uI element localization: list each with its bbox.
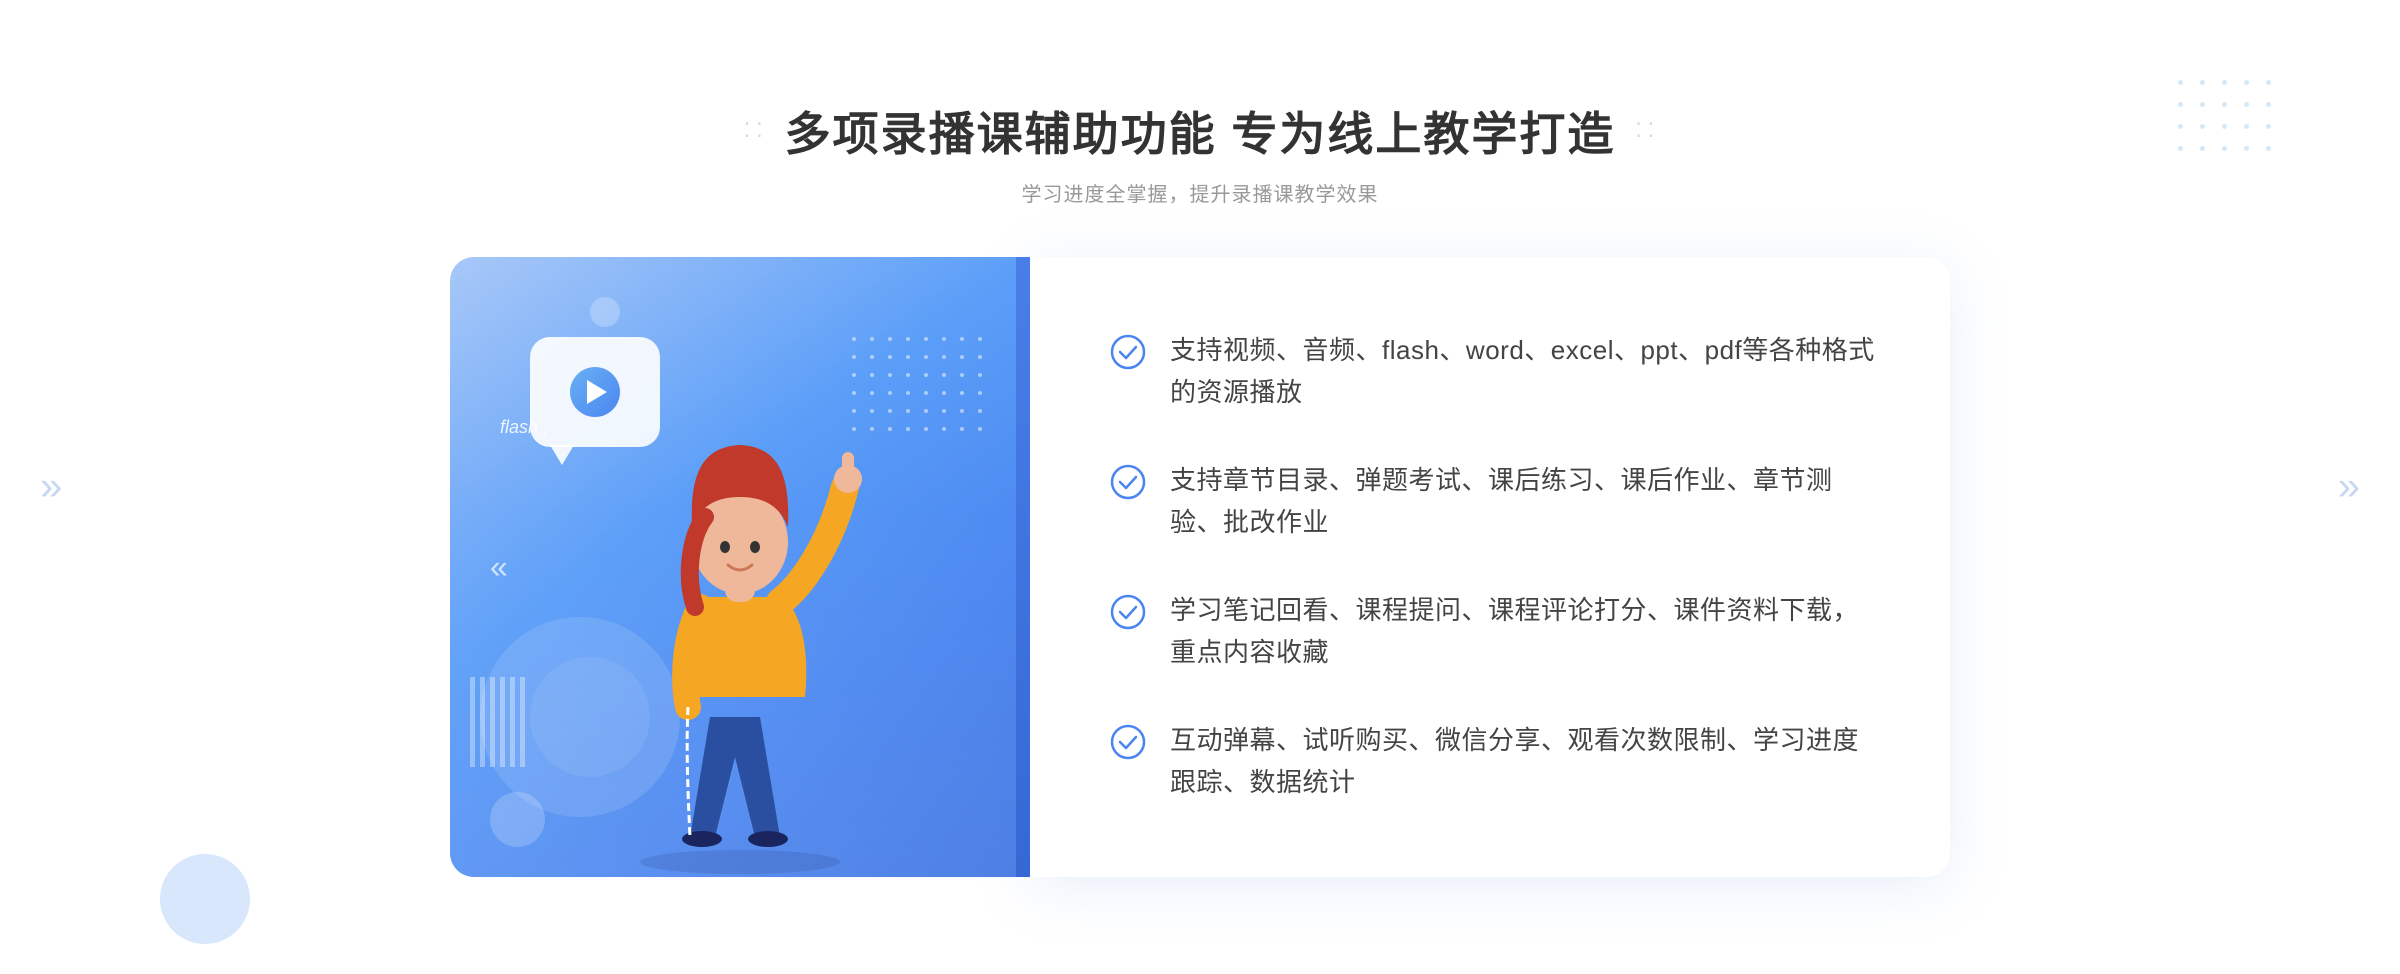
stripes-decoration [470, 677, 530, 767]
right-dot-grid-decoration [2178, 80, 2280, 160]
dots-left-icon2: ⁚ [756, 118, 764, 143]
features-panel: 支持视频、音频、flash、word、excel、ppt、pdf等各种格式的资源… [1030, 257, 1950, 877]
header-dots-right: ⁚ ⁚ [1635, 118, 1656, 143]
dots-right-icon: ⁚ [1635, 118, 1643, 143]
flash-label: flash , [500, 417, 548, 438]
illus-arrow-left: « [490, 548, 508, 585]
page-wrapper: » » ⁚ ⁚ 多项录播课辅助功能 专为线上教学打造 ⁚ ⁚ 学习进度全掌握，提… [0, 0, 2400, 974]
feature-item-2: 支持章节目录、弹题考试、课后练习、课后作业、章节测验、批改作业 [1110, 460, 1880, 543]
check-icon-1 [1110, 334, 1146, 370]
check-icon-2 [1110, 464, 1146, 500]
deco-circle-bottom-left [160, 854, 250, 944]
small-circle-2 [590, 297, 620, 327]
blue-bar-decoration [1016, 257, 1030, 877]
page-header: ⁚ ⁚ 多项录播课辅助功能 专为线上教学打造 ⁚ ⁚ 学习进度全掌握，提升录播课… [744, 98, 1656, 207]
dots-left-icon: ⁚ [744, 118, 752, 143]
figure-illustration [570, 397, 910, 877]
feature-text-1: 支持视频、音频、flash、word、excel、ppt、pdf等各种格式的资源… [1170, 330, 1880, 413]
check-icon-4 [1110, 724, 1146, 760]
right-arrow-decoration: » [2338, 465, 2360, 510]
small-circle-1 [490, 792, 545, 847]
feature-text-3: 学习笔记回看、课程提问、课程评论打分、课件资料下载，重点内容收藏 [1170, 590, 1880, 673]
feature-text-4: 互动弹幕、试听购买、微信分享、观看次数限制、学习进度跟踪、数据统计 [1170, 720, 1880, 803]
main-title: 多项录播课辅助功能 专为线上教学打造 [785, 98, 1616, 164]
illustration-panel: flash , [450, 257, 1030, 877]
header-dots-left: ⁚ ⁚ [744, 118, 765, 143]
feature-item-3: 学习笔记回看、课程提问、课程评论打分、课件资料下载，重点内容收藏 [1110, 590, 1880, 673]
title-row: ⁚ ⁚ 多项录播课辅助功能 专为线上教学打造 ⁚ ⁚ [744, 98, 1656, 164]
feature-item-4: 互动弹幕、试听购买、微信分享、观看次数限制、学习进度跟踪、数据统计 [1110, 720, 1880, 803]
left-arrow-decoration: » [40, 465, 62, 510]
content-area: flash , [450, 257, 1950, 877]
feature-item-1: 支持视频、音频、flash、word、excel、ppt、pdf等各种格式的资源… [1110, 330, 1880, 413]
subtitle: 学习进度全掌握，提升录播课教学效果 [744, 178, 1656, 207]
feature-text-2: 支持章节目录、弹题考试、课后练习、课后作业、章节测验、批改作业 [1170, 460, 1880, 543]
dots-right-icon2: ⁚ [1648, 118, 1656, 143]
check-icon-3 [1110, 594, 1146, 630]
